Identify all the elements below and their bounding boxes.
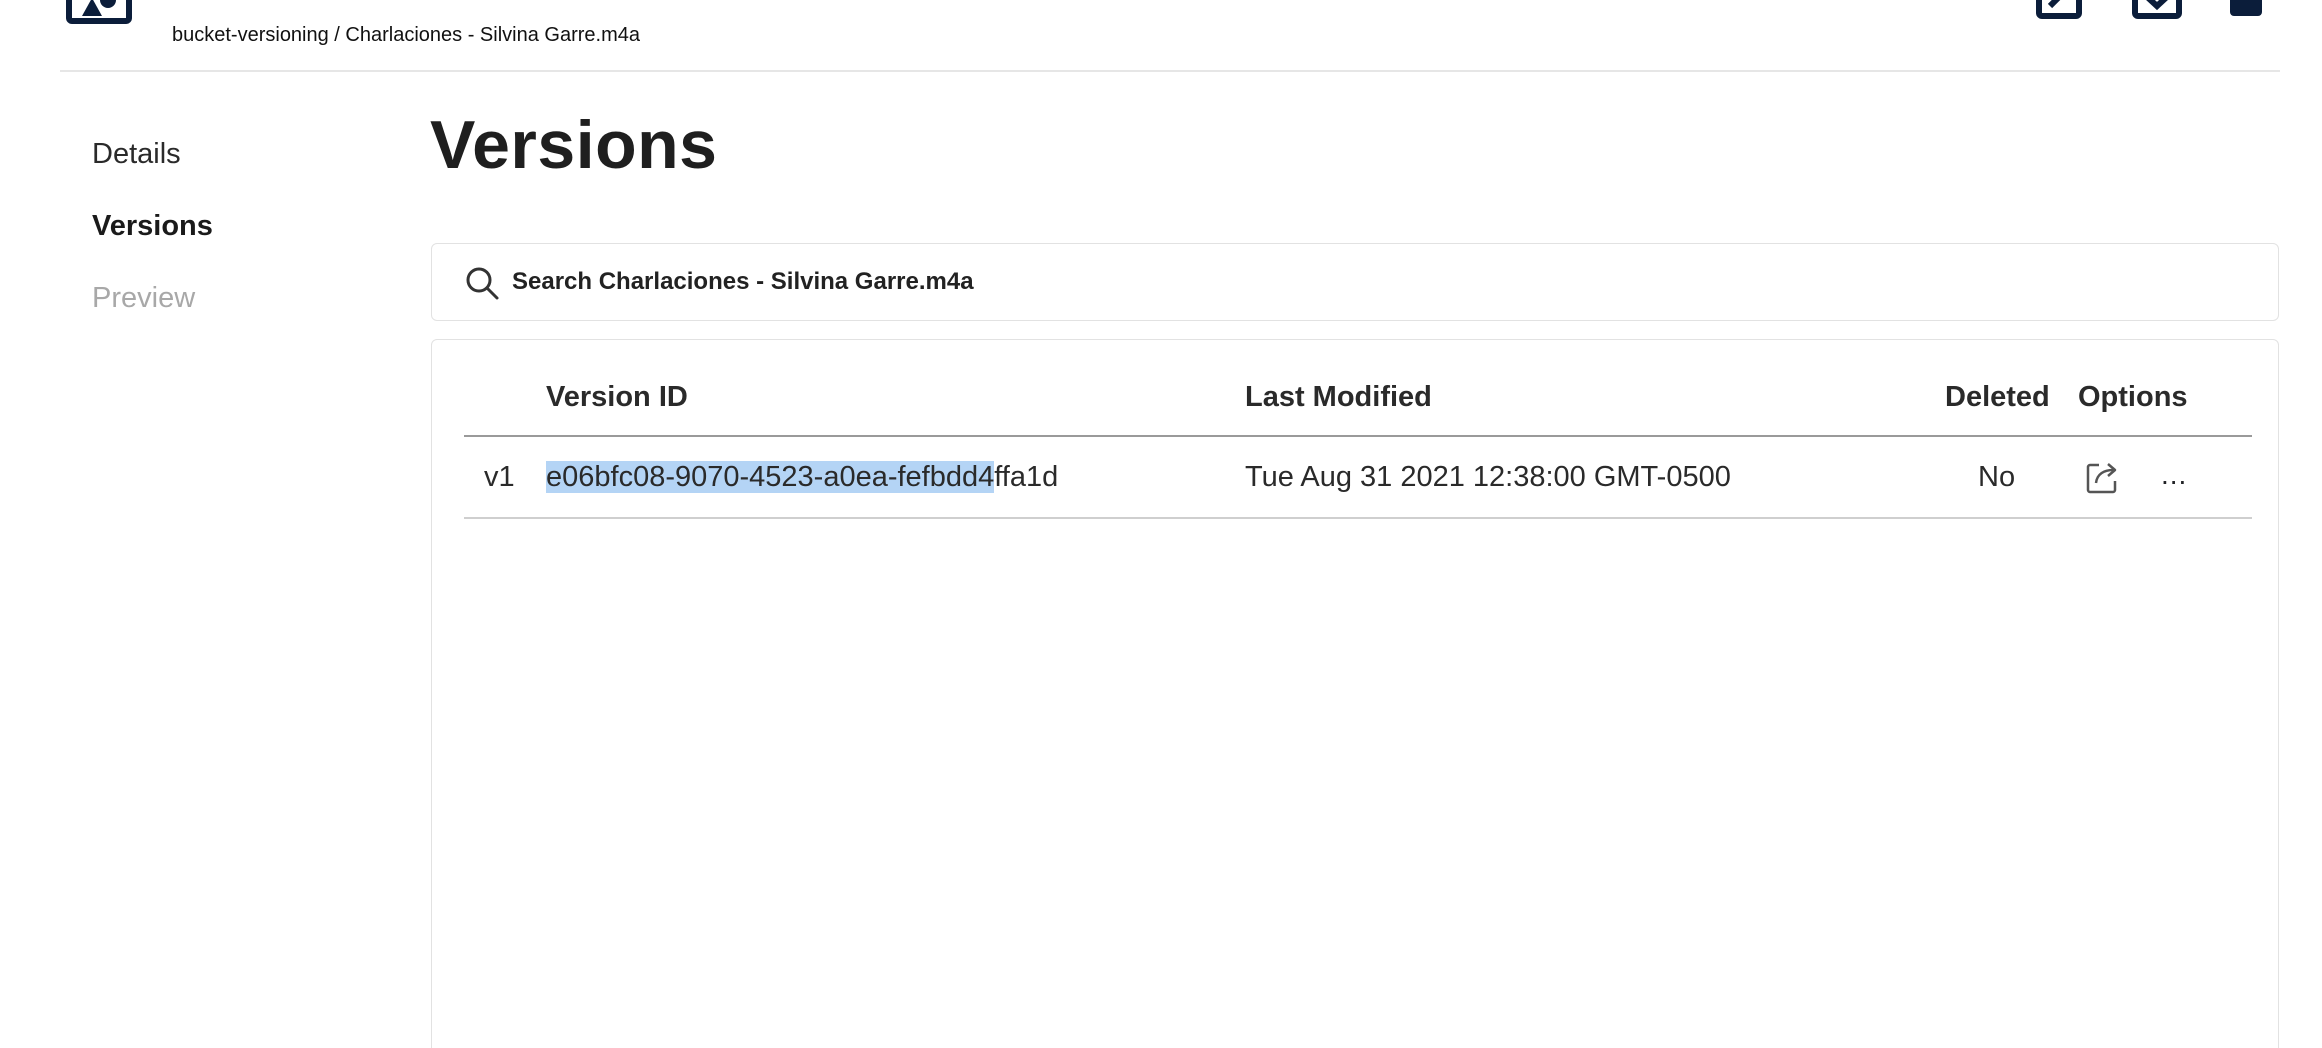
version-id[interactable]: e06bfc08-9070-4523-a0ea-fefbdd4ffa1d	[546, 437, 1058, 517]
column-header-deleted[interactable]: Deleted	[1945, 377, 2050, 417]
share-icon[interactable]	[2085, 459, 2121, 500]
search-input[interactable]	[512, 244, 2212, 320]
version-id-rest: ffa1d	[994, 461, 1059, 493]
row-divider	[464, 517, 2252, 519]
deleted-status: No	[1978, 461, 2016, 493]
more-options-icon[interactable]: ...	[2161, 437, 2187, 513]
column-header-last-modified[interactable]: Last Modified	[1245, 377, 1432, 417]
search-box[interactable]	[431, 243, 2279, 321]
header-divider	[60, 70, 2280, 72]
last-modified: Tue Aug 31 2021 12:38:00 GMT-0500	[1245, 461, 1731, 493]
column-header-version-id[interactable]: Version ID	[546, 377, 688, 417]
version-label: v1	[484, 461, 515, 493]
table-row[interactable]: v1 e06bfc08-9070-4523-a0ea-fefbdd4ffa1d …	[464, 437, 2252, 517]
sidebar-item-details[interactable]: Details	[92, 118, 213, 190]
download-icon[interactable]	[2132, 0, 2182, 20]
sidebar-item-versions[interactable]: Versions	[92, 190, 213, 262]
logo-icon[interactable]	[66, 0, 132, 24]
versions-table: Version ID Last Modified Deleted Options…	[431, 339, 2279, 1048]
version-id-selection: e06bfc08-9070-4523-a0ea-fefbdd4	[546, 461, 995, 493]
page-title: Versions	[430, 107, 718, 183]
sidebar-item-preview: Preview	[92, 282, 196, 314]
delete-icon[interactable]	[2226, 0, 2276, 20]
column-header-options: Options	[2078, 381, 2188, 413]
share-icon[interactable]	[2036, 0, 2086, 20]
sidebar: Details Versions Preview	[92, 118, 213, 334]
search-icon	[464, 265, 500, 306]
breadcrumb: bucket-versioning / Charlaciones - Silvi…	[172, 24, 640, 46]
page: bucket-versioning / Charlaciones - Silvi…	[0, 0, 2322, 1048]
